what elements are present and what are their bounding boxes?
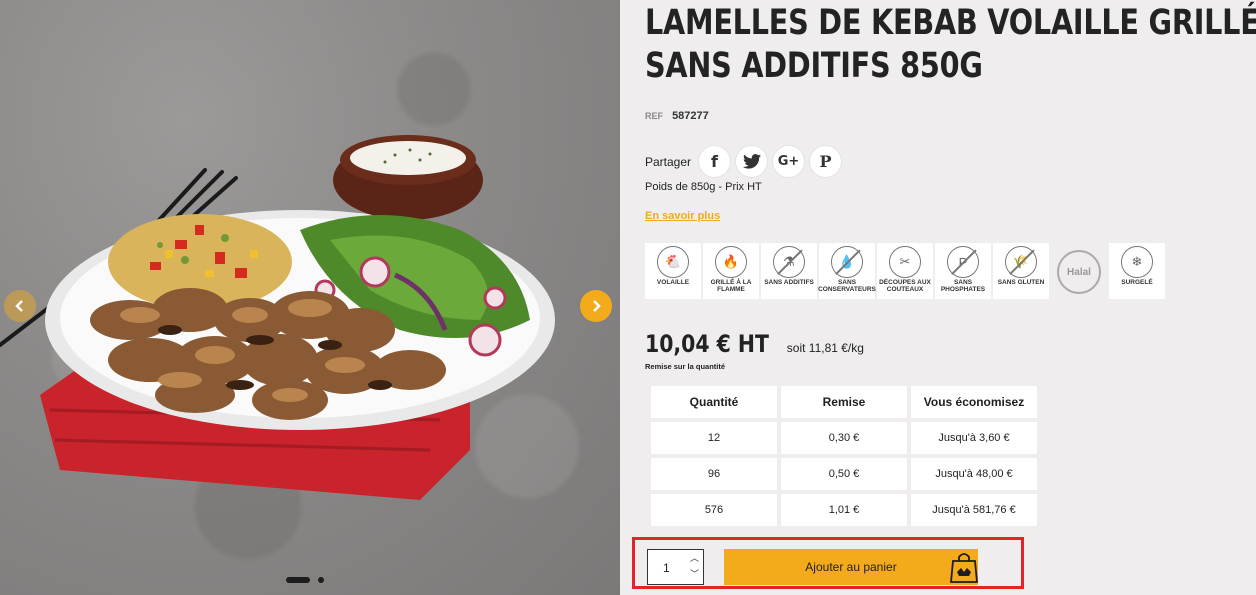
table-cell-savings: Jusqu'à 581,76 € (911, 494, 1037, 526)
knife-cut-icon: ✂ (889, 246, 921, 278)
share-pinterest-button[interactable]: P (810, 146, 842, 177)
flame-icon: 🔥 (715, 246, 747, 278)
share-google-plus-button[interactable]: G+ (773, 146, 805, 177)
chicken-icon: 🐔 (657, 246, 689, 278)
table-cell-quantity: 576 (651, 494, 777, 526)
table-row: 12 0,30 € Jusqu'à 3,60 € (651, 422, 1037, 454)
no-preservatives-icon: 💧 (831, 246, 863, 278)
add-to-cart-area: 1 ︿ ﹀ Ajouter au panier (632, 537, 1024, 589)
table-cell-savings: Jusqu'à 3,60 € (911, 422, 1037, 454)
quantity-stepper[interactable]: 1 ︿ ﹀ (647, 549, 704, 585)
twitter-icon (742, 154, 761, 169)
no-phosphates-icon: P (947, 246, 979, 278)
quantity-decrease-icon[interactable]: ﹀ (690, 570, 699, 579)
badge-flame: 🔥 GRILLÉ À LA FLAMME (703, 243, 759, 299)
halal-icon: Halal (1057, 250, 1101, 294)
gluten-free-icon-glyph: 🌾 (1012, 254, 1030, 269)
badge-chicken: 🐔 VOLAILLE (645, 243, 701, 299)
product-badges: 🐔 VOLAILLE 🔥 GRILLÉ À LA FLAMME ⚗ SANS ADDITI… (645, 243, 1165, 299)
gallery-pagination (286, 577, 324, 583)
facebook-icon: f (711, 152, 719, 171)
table-cell-quantity: 12 (651, 422, 777, 454)
badge-gluten-free: 🌾 SANS GLUTEN (993, 243, 1049, 299)
price-block: 10,04 € HT soit 11,81 €/kg (645, 330, 864, 358)
badge-no-additives: ⚗ SANS ADDITIFS (761, 243, 817, 299)
gallery-dot-2[interactable] (318, 577, 324, 583)
frozen-icon: ❄ (1121, 246, 1153, 278)
table-row: 96 0,50 € Jusqu'à 48,00 € (651, 458, 1037, 490)
product-title-line-1: LAMELLES DE KEBAB VOLAILLE GRILLÉES (645, 3, 1256, 43)
quantity-input[interactable]: 1 (663, 561, 670, 575)
weight-info: Poids de 850g - Prix HT (645, 181, 762, 193)
chevron-right-icon (593, 300, 601, 312)
ref-value: 587277 (672, 110, 709, 122)
quantity-discount-label: Remise sur la quantité (645, 362, 726, 371)
no-additives-icon-glyph: ⚗ (783, 254, 795, 269)
gallery-dot-1[interactable] (286, 577, 310, 583)
share-facebook-button[interactable]: f (699, 146, 731, 177)
chicken-icon-glyph: 🐔 (664, 254, 682, 269)
quantity-increase-icon[interactable]: ︿ (690, 554, 699, 563)
table-cell-discount: 0,50 € (781, 458, 907, 490)
no-additives-icon: ⚗ (773, 246, 805, 278)
table-cell-discount: 1,01 € (781, 494, 907, 526)
no-phosphates-icon-glyph: P (958, 254, 968, 270)
product-title: LAMELLES DE KEBAB VOLAILLE GRILLÉES SANS… (645, 2, 1256, 87)
table-cell-discount: 0,30 € (781, 422, 907, 454)
add-to-cart-button[interactable]: Ajouter au panier (724, 549, 978, 585)
badge-label: SANS ADDITIFS (764, 279, 814, 286)
badge-no-phosphates: P SANS PHOSPHATES (935, 243, 991, 299)
frozen-icon-glyph: ❄ (1131, 254, 1143, 269)
column-header-savings: Vous économisez (911, 386, 1037, 418)
badge-knife-cut: ✂ DÉCOUPES AUX COUTEAUX (877, 243, 933, 299)
product-image-gallery[interactable] (0, 0, 620, 595)
table-row: 576 1,01 € Jusqu'à 581,76 € (651, 494, 1037, 526)
badge-label: SANS GLUTEN (997, 279, 1045, 286)
product-reference: REF 587277 (645, 110, 709, 122)
pinterest-icon: P (819, 152, 832, 171)
price-per-kg: soit 11,81 €/kg (786, 341, 864, 355)
badge-frozen: ❄ SURGELÉ (1109, 243, 1165, 299)
badge-halal: Halal (1051, 243, 1107, 299)
chevron-left-icon (15, 300, 23, 312)
badge-label: SANS PHOSPHATES (940, 279, 986, 293)
halal-icon-glyph: Halal (1067, 266, 1091, 278)
product-info: LAMELLES DE KEBAB VOLAILLE GRILLÉES SANS… (645, 0, 1256, 595)
no-preservatives-icon-glyph: 💧 (838, 254, 856, 269)
previous-image-button[interactable] (4, 290, 36, 322)
badge-no-preservatives: 💧 SANS CONSERVATEURS (818, 243, 876, 299)
quantity-discount-table: Quantité Remise Vous économisez 12 0,30 … (647, 382, 1041, 530)
product-photo (0, 135, 555, 500)
column-header-quantity: Quantité (651, 386, 777, 418)
table-cell-quantity: 96 (651, 458, 777, 490)
badge-label: SANS CONSERVATEURS (818, 279, 876, 293)
next-image-button[interactable] (580, 290, 612, 322)
shopping-bag-icon (950, 553, 978, 583)
knife-cut-icon-glyph: ✂ (899, 254, 911, 269)
product-title-line-2: SANS ADDITIFS 850G (645, 45, 983, 86)
learn-more-link[interactable]: En savoir plus (645, 210, 720, 222)
column-header-discount: Remise (781, 386, 907, 418)
share-twitter-button[interactable] (736, 146, 768, 177)
share-label: Partager (645, 154, 692, 169)
table-header-row: Quantité Remise Vous économisez (651, 386, 1037, 418)
share-bar: Partager f G+ P (645, 146, 842, 177)
ref-label: REF (645, 111, 663, 121)
badge-label: GRILLÉ À LA FLAMME (710, 279, 752, 293)
badge-label: VOLAILLE (656, 279, 690, 286)
price-value: 10,04 € HT (645, 330, 769, 358)
table-cell-savings: Jusqu'à 48,00 € (911, 458, 1037, 490)
flame-icon-glyph: 🔥 (722, 254, 740, 269)
badge-label: DÉCOUPES AUX COUTEAUX (879, 279, 931, 293)
badge-label: SURGELÉ (1121, 279, 1153, 286)
gluten-free-icon: 🌾 (1005, 246, 1037, 278)
google-plus-icon: G+ (777, 154, 800, 169)
